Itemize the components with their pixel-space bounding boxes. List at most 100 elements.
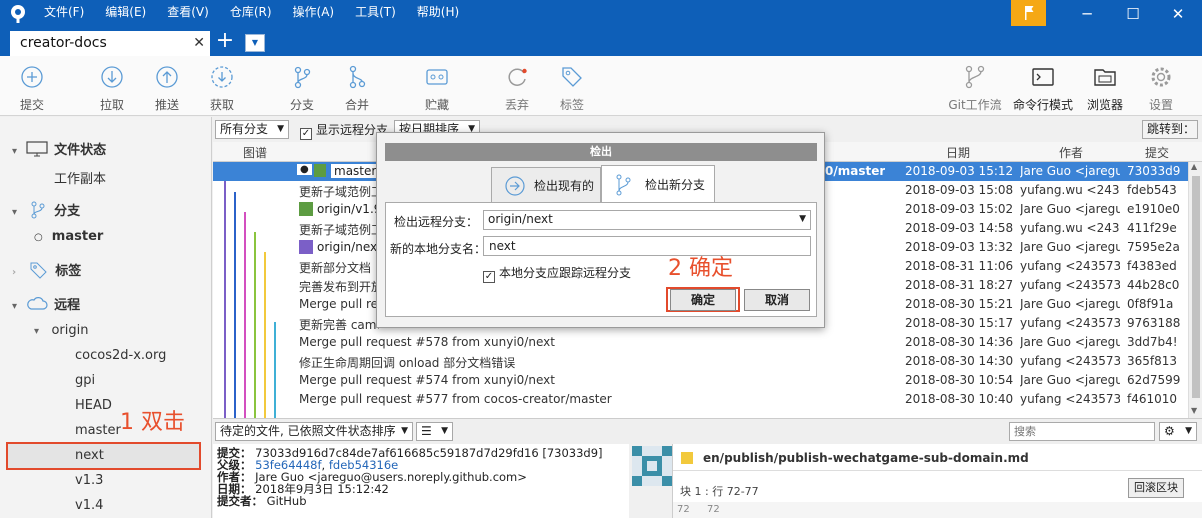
current-branch-dot-icon: ○ <box>34 232 43 243</box>
tab-dropdown-icon[interactable]: ▼ <box>245 34 265 52</box>
pending-files-select[interactable]: 待定的文件, 已依照文件状态排序 ▼ <box>215 422 413 441</box>
sidebar-file-status[interactable]: ▾ 文件状态 <box>12 139 106 158</box>
table-row[interactable]: Merge pull request #578 from xunyi0/next… <box>213 333 1188 352</box>
table-row[interactable]: Merge pull request #574 from xunyi0/next… <box>213 371 1188 390</box>
sidebar-remote-branch[interactable]: v1.3 <box>75 473 103 488</box>
menu-view[interactable]: 查看(V) <box>167 0 209 28</box>
sidebar-branches[interactable]: ▾ 分支 <box>12 200 80 219</box>
sidebar-remote-branch[interactable]: cocos2d-x.org <box>75 348 166 363</box>
terminal-icon <box>1032 68 1054 86</box>
pull-button[interactable]: 拉取 <box>99 64 125 113</box>
menu-tools[interactable]: 工具(T) <box>355 0 396 28</box>
flag-icon <box>1025 6 1034 20</box>
dropdown-arrow-icon: ▼ <box>799 214 806 224</box>
sidebar-remote-branch[interactable]: master <box>75 423 121 438</box>
arrow-right-circle-icon <box>505 176 525 196</box>
monitor-icon <box>25 141 48 157</box>
fetch-button[interactable]: 获取 <box>209 64 235 113</box>
branch-icon <box>31 201 45 219</box>
view-mode-select[interactable]: ☰ ▼ <box>416 422 453 441</box>
push-icon <box>156 66 178 88</box>
local-branch-input[interactable]: next <box>483 236 811 256</box>
sidebar: ▾ 文件状态 工作副本 ▾ 分支 ○ master › 标签 ▾ 远程 ▾ or… <box>0 117 212 518</box>
tag-button[interactable]: 标签 <box>559 64 585 113</box>
minimize-button[interactable]: ─ <box>1072 4 1102 24</box>
scroll-up-icon[interactable]: ▲ <box>1191 162 1197 171</box>
menu-edit[interactable]: 编辑(E) <box>105 0 146 28</box>
annotation-confirm: 2 确定 <box>668 256 733 281</box>
branch-button[interactable]: 分支 <box>289 64 315 113</box>
column-author[interactable]: 作者 <box>1059 144 1083 161</box>
commit-list-scrollbar[interactable]: ▲ ▼ <box>1188 162 1202 418</box>
sidebar-remote-branch[interactable]: gpi <box>75 373 95 388</box>
cancel-button[interactable]: 取消 <box>744 289 810 311</box>
push-button[interactable]: 推送 <box>154 64 180 113</box>
track-remote-checkbox[interactable]: ✓ 本地分支应跟踪远程分支 <box>483 264 631 283</box>
sidebar-tags[interactable]: › 标签 <box>12 260 81 279</box>
ok-button[interactable]: 确定 <box>670 289 736 311</box>
tab-checkout-new-branch[interactable]: 检出新分支 <box>601 165 715 203</box>
branch-filter-select[interactable]: 所有分支 ▼ <box>215 120 289 139</box>
discard-button[interactable]: 丢弃 <box>504 64 530 113</box>
git-flow-button[interactable]: Git工作流 <box>947 64 1003 113</box>
sidebar-remote-branch[interactable]: v1.4 <box>75 498 103 513</box>
sidebar-remote-branch-next: next <box>75 448 104 463</box>
diff-file-name: en/publish/publish-wechatgame-sub-domain… <box>703 451 1029 465</box>
checkout-dialog: 检出 检出现有的 检出新分支 检出远程分支： origin/next ▼ 新的本地… <box>376 132 825 328</box>
show-remote-checkbox[interactable]: ✓ 显示远程分支 <box>300 121 388 140</box>
menu-file[interactable]: 文件(F) <box>44 0 84 28</box>
jump-to-button[interactable]: 跳转到： <box>1142 120 1198 139</box>
file-status-bar: 待定的文件, 已依照文件状态排序▼ ☰▼ ⚙▼ <box>213 418 1202 444</box>
search-input[interactable] <box>1009 422 1155 441</box>
menu-help[interactable]: 帮助(H) <box>417 0 459 28</box>
explorer-button[interactable]: 浏览器 <box>1086 64 1124 113</box>
pull-icon <box>101 66 123 88</box>
menu-actions[interactable]: 操作(A) <box>293 0 335 28</box>
avatar <box>632 446 672 486</box>
settings-dropdown[interactable]: ⚙ ▼ <box>1159 422 1197 441</box>
remote-branch-select[interactable]: origin/next ▼ <box>483 210 811 230</box>
sidebar-branch-master[interactable]: ○ master <box>34 229 103 244</box>
tab-close-icon[interactable]: ✕ <box>193 31 205 56</box>
chevron-down-icon: ▾ <box>12 207 18 218</box>
dropdown-arrow-icon: ▼ <box>441 426 448 436</box>
branch-icon <box>294 66 311 89</box>
sidebar-remote-origin[interactable]: ▾ origin <box>34 323 88 338</box>
branch-label-icon <box>299 240 313 254</box>
gear-icon <box>1151 67 1171 87</box>
merge-icon <box>349 65 366 89</box>
notification-flag-button[interactable] <box>1011 0 1046 26</box>
column-date[interactable]: 日期 <box>946 144 970 161</box>
sidebar-remote-branch[interactable]: HEAD <box>75 398 112 413</box>
scrollbar-thumb[interactable] <box>1192 176 1200 398</box>
settings-button[interactable]: 设置 <box>1148 64 1174 113</box>
sourcetree-logo-icon <box>11 5 25 23</box>
sidebar-working-copy[interactable]: 工作副本 <box>54 168 106 187</box>
commit-button[interactable]: 提交 <box>19 64 45 113</box>
column-commit[interactable]: 提交 <box>1145 144 1169 161</box>
tab-creator-docs[interactable]: creator-docs ✕ <box>10 31 210 56</box>
menu-repository[interactable]: 仓库(R) <box>230 0 272 28</box>
tab-bar: creator-docs ✕ + ▼ <box>0 28 1202 56</box>
tab-checkout-existing[interactable]: 检出现有的 <box>491 167 601 203</box>
scroll-down-icon[interactable]: ▼ <box>1191 406 1197 415</box>
new-tab-button[interactable]: + <box>213 30 237 54</box>
toolbar: 提交 拉取 推送 获取 分支 合并 贮藏 丢弃 标签 Git工作流 命令行模式 <box>0 56 1202 116</box>
terminal-button[interactable]: 命令行模式 <box>1012 64 1074 113</box>
branch-icon <box>616 174 631 196</box>
discard-icon <box>508 68 527 86</box>
chevron-down-icon: ▾ <box>34 326 40 337</box>
close-window-button[interactable]: ✕ <box>1163 4 1193 24</box>
title-bar: 文件(F) 编辑(E) 查看(V) 仓库(R) 操作(A) 工具(T) 帮助(H… <box>0 0 1202 28</box>
sidebar-remotes[interactable]: ▾ 远程 <box>12 294 80 313</box>
maximize-button[interactable]: ☐ <box>1118 4 1148 24</box>
merge-button[interactable]: 合并 <box>344 64 370 113</box>
table-row[interactable]: 修正生命周期回调 onload 部分文档错误 2018-08-30 14:30 … <box>213 352 1188 371</box>
chevron-down-icon: ▾ <box>12 146 18 157</box>
revert-hunk-button[interactable]: 回滚区块 <box>1128 478 1184 498</box>
table-row[interactable]: Merge pull request #577 from cocos-creat… <box>213 390 1188 409</box>
column-graph[interactable]: 图谱 <box>243 144 267 161</box>
sidebar-remote-next-highlight[interactable]: next <box>6 442 201 470</box>
chevron-down-icon: ▾ <box>12 301 18 312</box>
stash-button[interactable]: 贮藏 <box>424 64 450 113</box>
